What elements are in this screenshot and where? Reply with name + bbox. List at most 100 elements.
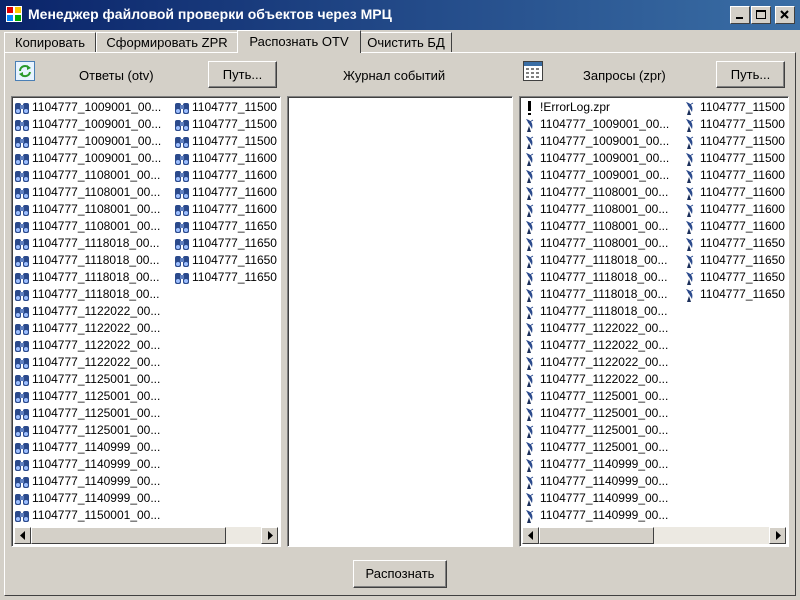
list-item[interactable]: 1104777_1009001_00... — [522, 167, 669, 184]
list-item[interactable]: 1104777_1118018_00... — [522, 286, 669, 303]
calendar-icon[interactable] — [523, 61, 543, 81]
refresh-icon[interactable] — [15, 61, 35, 81]
satellite-dish-icon — [682, 253, 698, 269]
list-item[interactable]: 1104777_11600 — [682, 201, 785, 218]
list-item[interactable]: 1104777_1108001_00... — [14, 201, 161, 218]
list-item[interactable]: 1104777_1122022_00... — [522, 337, 669, 354]
list-item[interactable]: 1104777_1150001_00... — [14, 507, 161, 524]
list-item[interactable]: 1104777_1009001_00... — [14, 150, 161, 167]
list-item[interactable]: 1104777_1118018_00... — [522, 252, 669, 269]
list-item[interactable]: 1104777_1009001_00... — [522, 150, 669, 167]
list-item[interactable]: 1104777_11650 — [174, 269, 277, 286]
list-item[interactable]: 1104777_11600 — [174, 150, 277, 167]
list-item[interactable]: 1104777_1125001_00... — [522, 405, 669, 422]
list-item[interactable]: 1104777_1108001_00... — [522, 184, 669, 201]
list-item-label: 1104777_1122022_00... — [540, 321, 669, 335]
list-item[interactable]: 1104777_1125001_00... — [522, 422, 669, 439]
list-item[interactable]: 1104777_11650 — [174, 218, 277, 235]
list-item[interactable]: 1104777_1125001_00... — [14, 388, 161, 405]
list-item[interactable]: 1104777_1125001_00... — [522, 388, 669, 405]
list-item[interactable]: 1104777_1125001_00... — [14, 405, 161, 422]
list-item[interactable]: 1104777_1118018_00... — [14, 286, 161, 303]
zpr-hscrollbar[interactable] — [522, 527, 786, 544]
title-bar[interactable]: Менеджер файловой проверки объектов чере… — [0, 0, 800, 30]
list-item[interactable]: 1104777_1108001_00... — [522, 235, 669, 252]
list-item[interactable]: 1104777_11600 — [682, 218, 785, 235]
list-item[interactable]: 1104777_11500 — [174, 133, 277, 150]
list-item[interactable]: 1104777_1140999_00... — [522, 473, 669, 490]
list-item[interactable]: 1104777_1108001_00... — [14, 167, 161, 184]
otv-listbox[interactable]: 1104777_1009001_00... 1104777_1009001_00.… — [11, 96, 281, 547]
list-item[interactable]: 1104777_11650 — [682, 252, 785, 269]
list-item[interactable]: 1104777_1118018_00... — [522, 303, 669, 320]
list-item[interactable]: 1104777_1122022_00... — [14, 337, 161, 354]
list-item[interactable]: 1104777_11500 — [682, 99, 785, 116]
list-item[interactable]: 1104777_1125001_00... — [14, 422, 161, 439]
list-item[interactable]: 1104777_11500 — [174, 99, 277, 116]
list-item[interactable]: 1104777_1009001_00... — [522, 116, 669, 133]
list-item[interactable]: 1104777_1118018_00... — [14, 252, 161, 269]
scroll-thumb[interactable] — [539, 527, 654, 544]
list-item[interactable]: 1104777_11600 — [174, 201, 277, 218]
scroll-left-button[interactable] — [522, 527, 539, 544]
list-item[interactable]: 1104777_11500 — [682, 150, 785, 167]
list-item[interactable]: 1104777_1009001_00... — [522, 133, 669, 150]
scroll-left-button[interactable] — [14, 527, 31, 544]
list-item[interactable]: 1104777_1140999_00... — [522, 490, 669, 507]
zpr-listbox[interactable]: !ErrorLog.zpr 1104777_1009001_00... 110477… — [519, 96, 789, 547]
list-item[interactable]: 1104777_1108001_00... — [14, 184, 161, 201]
list-item[interactable]: 1104777_1118018_00... — [14, 235, 161, 252]
list-item[interactable]: 1104777_11600 — [682, 167, 785, 184]
list-item[interactable]: 1104777_1009001_00... — [14, 133, 161, 150]
list-item[interactable]: 1104777_1140999_00... — [14, 456, 161, 473]
list-item[interactable]: 1104777_11650 — [174, 235, 277, 252]
list-item[interactable]: 1104777_11500 — [174, 116, 277, 133]
event-journal-box[interactable] — [287, 96, 513, 547]
list-item[interactable]: 1104777_1140999_00... — [14, 439, 161, 456]
list-item[interactable]: 1104777_11500 — [682, 116, 785, 133]
list-item[interactable]: 1104777_1125001_00... — [522, 439, 669, 456]
list-item[interactable]: 1104777_1140999_00... — [522, 507, 669, 524]
close-button[interactable] — [775, 6, 795, 24]
satellite-dish-icon — [522, 287, 538, 303]
list-item[interactable]: 1104777_1122022_00... — [14, 354, 161, 371]
list-item[interactable]: 1104777_1140999_00... — [14, 473, 161, 490]
list-item[interactable]: 1104777_11650 — [682, 235, 785, 252]
tab-recognize-otv[interactable]: Распознать OTV — [237, 30, 361, 53]
list-item[interactable]: 1104777_1108001_00... — [522, 201, 669, 218]
otv-path-button[interactable]: Путь... — [208, 61, 277, 88]
list-item[interactable]: 1104777_1009001_00... — [14, 116, 161, 133]
list-item[interactable]: 1104777_1118018_00... — [14, 269, 161, 286]
list-item[interactable]: 1104777_11650 — [682, 286, 785, 303]
minimize-button[interactable] — [730, 6, 750, 24]
list-item[interactable]: 1104777_1108001_00... — [14, 218, 161, 235]
tab-form-zpr[interactable]: Сформировать ZPR — [96, 32, 238, 53]
list-item[interactable]: 1104777_1140999_00... — [14, 490, 161, 507]
list-item[interactable]: 1104777_1108001_00... — [522, 218, 669, 235]
otv-hscrollbar[interactable] — [14, 527, 278, 544]
scroll-thumb[interactable] — [31, 527, 226, 544]
list-item[interactable]: 1104777_1122022_00... — [522, 371, 669, 388]
list-item[interactable]: 1104777_11600 — [174, 167, 277, 184]
list-item[interactable]: 1104777_11600 — [174, 184, 277, 201]
list-item[interactable]: 1104777_1122022_00... — [14, 303, 161, 320]
list-item[interactable]: 1104777_1122022_00... — [14, 320, 161, 337]
list-item[interactable]: 1104777_11600 — [682, 184, 785, 201]
list-item[interactable]: 1104777_11650 — [174, 252, 277, 269]
tab-clear-db[interactable]: Очистить БД — [360, 32, 452, 53]
tab-copy[interactable]: Копировать — [4, 32, 96, 53]
list-item[interactable]: 1104777_11650 — [682, 269, 785, 286]
list-item[interactable]: 1104777_1140999_00... — [522, 456, 669, 473]
list-item[interactable]: 1104777_1118018_00... — [522, 269, 669, 286]
list-item[interactable]: !ErrorLog.zpr — [522, 99, 669, 116]
maximize-button[interactable] — [751, 6, 771, 24]
zpr-path-button[interactable]: Путь... — [716, 61, 785, 88]
list-item[interactable]: 1104777_1125001_00... — [14, 371, 161, 388]
list-item[interactable]: 1104777_1009001_00... — [14, 99, 161, 116]
list-item[interactable]: 1104777_1122022_00... — [522, 320, 669, 337]
list-item[interactable]: 1104777_1122022_00... — [522, 354, 669, 371]
recognize-button[interactable]: Распознать — [353, 560, 447, 588]
list-item[interactable]: 1104777_11500 — [682, 133, 785, 150]
scroll-right-button[interactable] — [769, 527, 786, 544]
scroll-right-button[interactable] — [261, 527, 278, 544]
